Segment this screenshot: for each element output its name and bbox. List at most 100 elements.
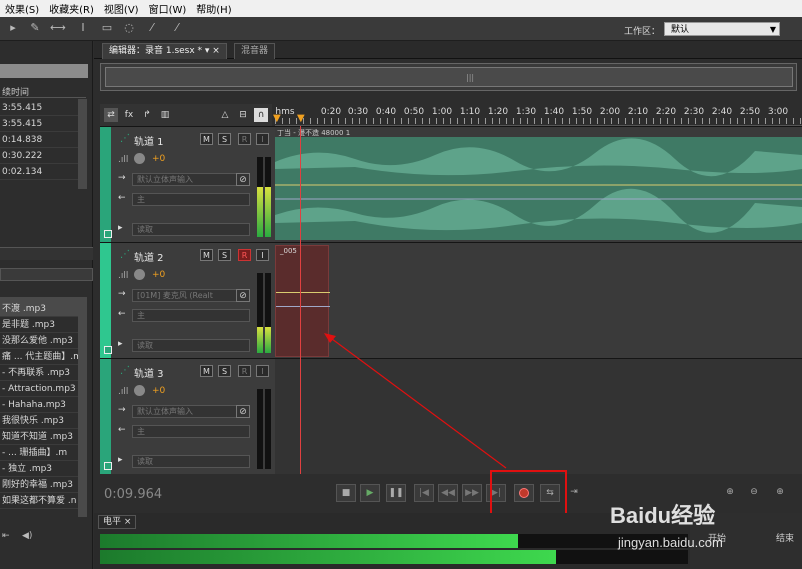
go-to-start-button[interactable]: |◀ (414, 484, 434, 502)
workspace-select[interactable]: 默认 ▼ (664, 22, 780, 36)
duration-cell[interactable]: 3:55.415 (0, 117, 78, 132)
fx-icon[interactable]: fx (122, 108, 136, 122)
list-item[interactable]: 我很快乐 .mp3 (0, 414, 78, 429)
zoom-out-amp-icon[interactable]: ⊖ (744, 484, 764, 502)
track-2-arm[interactable]: R (238, 249, 251, 261)
track-2-mute[interactable]: M (200, 249, 213, 261)
marquee-icon[interactable]: ▭ (100, 21, 114, 35)
tab-mixer[interactable]: 混音器 (234, 43, 276, 59)
metronome-icon[interactable]: △ (218, 108, 232, 122)
expand-icon[interactable]: ▸ (118, 223, 123, 233)
track-2-select[interactable] (104, 346, 112, 354)
track-1-solo[interactable]: S (218, 133, 231, 145)
track-1-output[interactable]: 主 (132, 193, 250, 206)
eq-icon[interactable]: ▥ (158, 108, 172, 122)
time-select-icon[interactable]: ⟷ (50, 21, 66, 35)
time-ruler[interactable]: hms 0:20 0:30 0:40 0:50 1:00 1:10 1:20 1… (273, 104, 802, 126)
in-marker-icon[interactable]: ▼ (273, 113, 281, 124)
cursor-icon[interactable]: I (76, 21, 90, 35)
input-disable-icon[interactable]: ⊘ (236, 289, 250, 302)
overview-scroll-region[interactable]: ||| (105, 67, 793, 87)
tab-levels[interactable]: 电平 × (98, 515, 137, 529)
track-3-solo[interactable]: S (218, 365, 231, 377)
skip-button[interactable]: ⇥ (564, 484, 584, 502)
search-box[interactable] (0, 64, 88, 78)
track-2-output[interactable]: 主 (132, 309, 250, 322)
play-button[interactable]: ▶ (360, 484, 380, 502)
duration-header[interactable]: 续时间 (0, 85, 86, 98)
inputs-outputs-icon[interactable]: ⇄ (104, 108, 118, 122)
headphone-icon[interactable]: ∩ (254, 108, 268, 122)
track-3-monitor[interactable]: I (256, 365, 269, 377)
duration-cell[interactable]: 0:14.838 (0, 133, 78, 148)
tab-editor[interactable]: 编辑器：录音 1.sesx * ▾ × (102, 43, 227, 59)
speaker-icon[interactable]: ◀) (22, 531, 36, 543)
track-1-automation[interactable]: 读取 (132, 223, 250, 236)
track-1-monitor[interactable]: I (256, 133, 269, 145)
duration-cell[interactable]: 3:55.415 (0, 101, 78, 116)
playhead-icon[interactable]: ▼ (297, 113, 305, 124)
move-tool-icon[interactable]: ▸ (6, 21, 20, 35)
zoom-in-amp-icon[interactable]: ⊕ (720, 484, 740, 502)
track-1-volume[interactable]: +0 (152, 154, 165, 164)
track-3-volume[interactable]: +0 (152, 386, 165, 396)
rewind-button[interactable]: ◀◀ (438, 484, 458, 502)
track-1-select[interactable] (104, 230, 112, 238)
track-2-automation[interactable]: 读取 (132, 339, 250, 352)
list-item[interactable]: 刚好的幸福 .mp3 (0, 478, 78, 493)
track-1-input[interactable]: 默认立体声输入 (132, 173, 250, 186)
overview-grip[interactable]: ||| (466, 73, 474, 82)
files-scrollbar[interactable] (78, 99, 87, 189)
media-scrollbar[interactable] (78, 297, 87, 517)
track-3-arm[interactable]: R (238, 365, 251, 377)
list-item[interactable]: - 独立 .mp3 (0, 462, 78, 477)
input-disable-icon[interactable]: ⊘ (236, 173, 250, 186)
list-item[interactable]: - ... 珊插曲】.m (0, 446, 78, 461)
track-1-volume-knob[interactable] (134, 153, 145, 164)
track-1-lane[interactable]: 丁当 - 漫不造 48000 1 (275, 127, 802, 242)
snap-icon[interactable]: ⊟ (236, 108, 250, 122)
track-2-volume[interactable]: +0 (152, 270, 165, 280)
menu-favorites[interactable]: 收藏夹(R) (44, 1, 99, 16)
track-3-name[interactable]: 轨道 3 (134, 365, 164, 380)
expand-icon[interactable]: ▸ (118, 455, 123, 465)
media-filter-select[interactable] (0, 268, 93, 281)
zoom-in-time-icon[interactable]: ⊕ (770, 484, 790, 502)
track-2-name[interactable]: 轨道 2 (134, 249, 164, 264)
lasso-icon[interactable]: ◌ (122, 21, 136, 35)
track-2-volume-knob[interactable] (134, 269, 145, 280)
duration-cell[interactable]: 0:02.134 (0, 165, 78, 180)
menu-help[interactable]: 帮助(H) (191, 1, 236, 16)
list-item[interactable]: 是非题 .mp3 (0, 318, 78, 333)
track-3-automation[interactable]: 读取 (132, 455, 250, 468)
list-item[interactable]: 知道不知道 .mp3 (0, 430, 78, 445)
list-item[interactable]: - Hahaha.mp3 (0, 398, 78, 413)
menu-view[interactable]: 视图(V) (99, 1, 144, 16)
track-2-solo[interactable]: S (218, 249, 231, 261)
track-1-clip[interactable]: 丁当 - 漫不造 48000 1 (275, 129, 802, 240)
track-3-input[interactable]: 默认立体声输入 (132, 405, 250, 418)
track-3-select[interactable] (104, 462, 112, 470)
razor-tool-icon[interactable]: ✎ (28, 21, 42, 35)
track-2-input[interactable]: [01M] 麦克风 (Realt (132, 289, 250, 302)
pause-button[interactable]: ❚❚ (386, 484, 406, 502)
session-overview[interactable]: ||| (100, 63, 797, 91)
list-item[interactable]: - 不再联系 .mp3 (0, 366, 78, 381)
list-item[interactable]: 如果这都不算爱 .n (0, 494, 78, 509)
list-item[interactable]: - Attraction.mp3 (0, 382, 78, 397)
fast-forward-button[interactable]: ▶▶ (462, 484, 482, 502)
menu-effects[interactable]: 效果(S) (0, 1, 44, 16)
track-3-volume-knob[interactable] (134, 385, 145, 396)
list-item[interactable]: 痛 ... 代主题曲】.m (0, 350, 78, 365)
insert-icon[interactable]: ⇤ (2, 531, 16, 543)
stop-button[interactable]: ■ (336, 484, 356, 502)
track-2-monitor[interactable]: I (256, 249, 269, 261)
brush-icon[interactable]: ⁄ (145, 21, 159, 35)
list-item[interactable]: 没那么爱他 .mp3 (0, 334, 78, 349)
track-3-mute[interactable]: M (200, 365, 213, 377)
expand-icon[interactable]: ▸ (118, 339, 123, 349)
timecode-display[interactable]: 0:09.964 (104, 487, 162, 502)
track-1-name[interactable]: 轨道 1 (134, 133, 164, 148)
list-item[interactable]: 不渡 .mp3 (0, 302, 78, 317)
track-3-output[interactable]: 主 (132, 425, 250, 438)
